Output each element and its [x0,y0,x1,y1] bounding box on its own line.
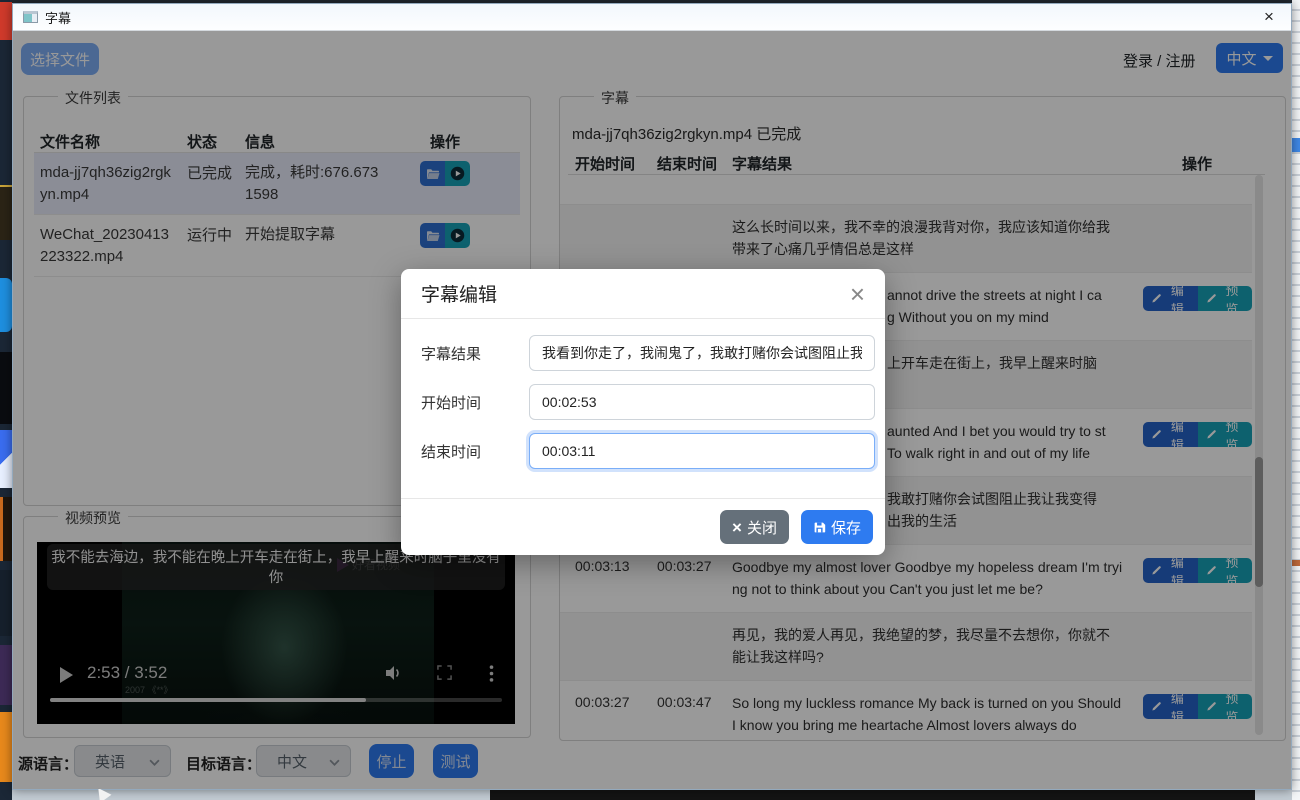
modal-close-icon[interactable]: × [850,284,865,304]
modal-body: 字幕结果开始时间结束时间 [401,319,885,469]
window-close-icon[interactable]: × [1255,4,1283,30]
desktop-bottom-strip [12,790,1292,800]
modal-title: 字幕编辑 [421,280,497,307]
modal-footer: × 关闭 保存 [401,498,885,555]
close-button-label: 关闭 [747,517,777,538]
save-icon [813,521,826,534]
app-window: 字幕 × 选择文件 登录 / 注册 中文 文件列表 文件名称 状态 信息 操作 … [12,3,1292,790]
app-icon [23,11,38,23]
window-client-area: 选择文件 登录 / 注册 中文 文件列表 文件名称 状态 信息 操作 mda-j… [13,31,1291,789]
subtitle-edit-modal: 字幕编辑 × 字幕结果开始时间结束时间 × 关闭 保存 [401,269,885,555]
field-label: 开始时间 [421,392,529,413]
field-label: 结束时间 [421,441,529,462]
save-button-label: 保存 [831,517,861,538]
modal-field-row: 字幕结果 [421,335,875,371]
field-input[interactable] [529,384,875,420]
modal-header: 字幕编辑 × [401,269,885,319]
background-window-strip [1292,0,1300,800]
title-bar: 字幕 × [13,4,1291,31]
close-x-icon: × [732,519,742,536]
modal-close-button[interactable]: × 关闭 [720,510,789,544]
modal-save-button[interactable]: 保存 [801,510,873,544]
window-title: 字幕 [45,8,71,27]
field-input[interactable] [529,335,875,371]
modal-field-row: 结束时间 [421,433,875,469]
field-label: 字幕结果 [421,343,529,364]
desktop-icons-strip [0,0,12,800]
modal-field-row: 开始时间 [421,384,875,420]
field-input[interactable] [529,433,875,469]
